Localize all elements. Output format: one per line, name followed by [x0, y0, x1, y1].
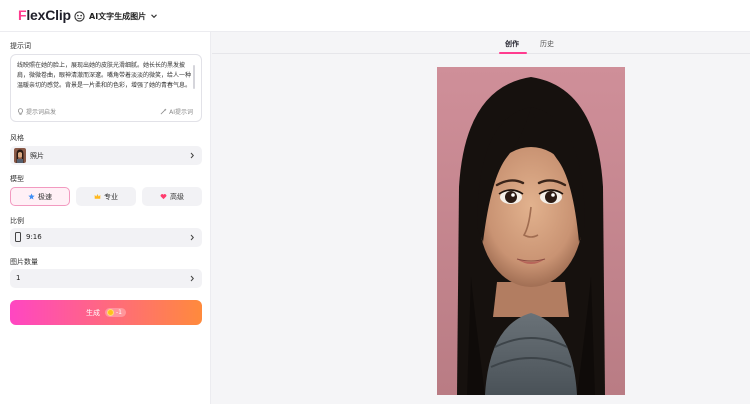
ai-prompt-label: AI提示词 [169, 109, 193, 116]
phone-portrait-icon [15, 232, 21, 242]
ratio-select[interactable]: 9:16 [10, 228, 202, 247]
tab-bar: 创作 历史 [212, 32, 750, 54]
active-tab-indicator [499, 52, 527, 54]
image-count-label: 图片数量 [10, 258, 38, 266]
tab-create[interactable]: 创作 [505, 39, 519, 49]
main-panel: 创作 历史 [212, 32, 750, 404]
lightbulb-icon [18, 108, 23, 115]
model-option-fast[interactable]: 极速 [10, 187, 70, 206]
tool-picker-label: AI文字生成图片 [89, 11, 147, 21]
model-option-advanced-label: 高级 [170, 192, 184, 201]
generate-label: 生成 [86, 308, 100, 317]
magic-wand-icon [160, 108, 167, 115]
prompt-inspire-button[interactable]: 提示词启发 [17, 107, 56, 116]
settings-sidebar: 提示词 线映照在她的脸上，展现出她的皮肤光滑细腻。她长长的黑发披肩，微微卷曲，眼… [0, 32, 211, 404]
prompt-input[interactable]: 线映照在她的脸上，展现出她的皮肤光滑细腻。她长长的黑发披肩，微微卷曲，眼神清澈而… [10, 54, 202, 122]
top-bar: FlexClip AI文字生成图片 [0, 0, 750, 32]
coin-icon [107, 309, 114, 316]
ai-prompt-button[interactable]: AI提示词 [160, 107, 193, 116]
chevron-right-icon [190, 275, 194, 282]
ratio-label: 比例 [10, 217, 24, 225]
model-label: 模型 [10, 175, 24, 183]
chevron-down-icon [151, 14, 158, 19]
style-thumbnail [14, 148, 26, 163]
heart-icon [160, 194, 167, 200]
prompt-inspire-label: 提示词启发 [26, 109, 57, 116]
style-value: 照片 [30, 152, 44, 160]
credit-cost-badge: -1 [105, 308, 126, 317]
model-option-fast-label: 极速 [38, 192, 52, 201]
generate-button[interactable]: 生成 -1 [10, 300, 202, 325]
model-option-pro-label: 专业 [104, 192, 118, 201]
chevron-right-icon [190, 234, 194, 241]
crown-icon [94, 194, 101, 199]
flexclip-logo[interactable]: FlexClip [18, 7, 71, 23]
portrait-illustration [437, 67, 625, 395]
style-label: 风格 [10, 134, 24, 142]
chevron-right-icon [190, 152, 194, 159]
tool-picker[interactable]: AI文字生成图片 [74, 9, 158, 23]
prompt-scrollbar[interactable] [193, 65, 195, 89]
model-option-pro[interactable]: 专业 [76, 187, 136, 206]
prompt-label: 提示词 [10, 42, 31, 50]
image-count-select[interactable]: 1 [10, 269, 202, 288]
credit-cost-value: -1 [116, 309, 122, 316]
generated-image[interactable] [437, 67, 625, 395]
prompt-text[interactable]: 线映照在她的脸上，展现出她的皮肤光滑细腻。她长长的黑发披肩，微微卷曲，眼神清澈而… [17, 61, 193, 101]
ratio-value: 9:16 [26, 233, 42, 241]
tab-history[interactable]: 历史 [540, 39, 554, 49]
style-select[interactable]: 照片 [10, 146, 202, 165]
ai-image-icon [74, 10, 85, 22]
image-count-value: 1 [16, 274, 21, 282]
star-icon [28, 193, 35, 200]
model-option-advanced[interactable]: 高级 [142, 187, 202, 206]
